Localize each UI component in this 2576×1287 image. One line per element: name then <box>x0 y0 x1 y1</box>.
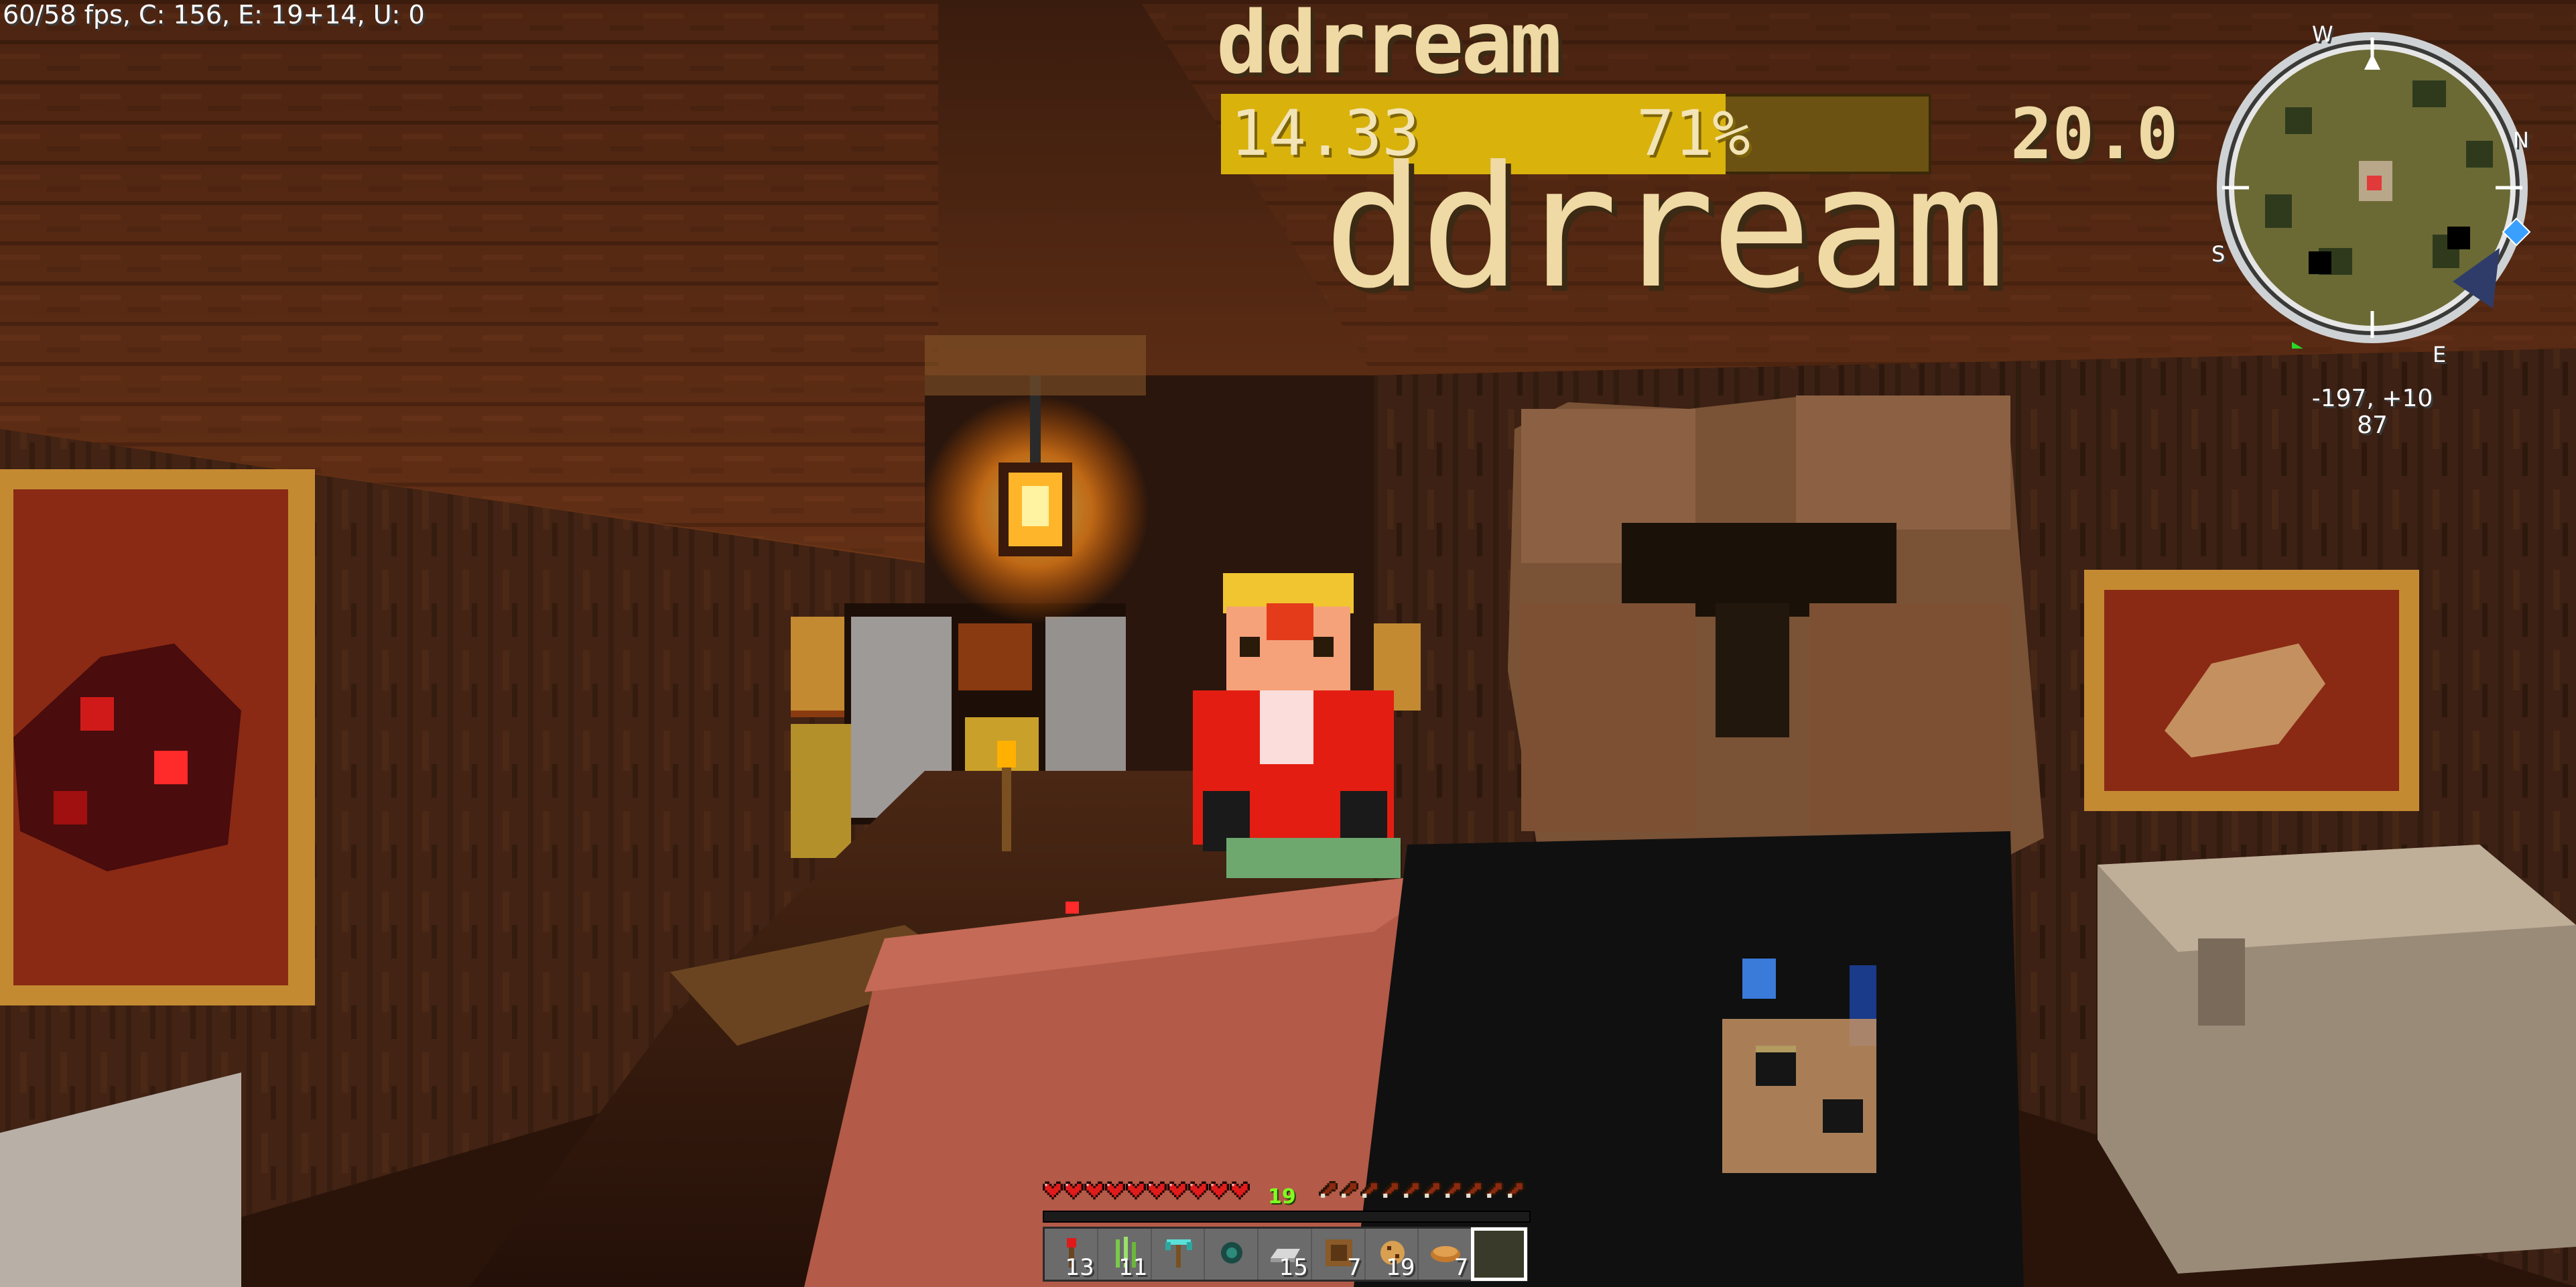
heart-icon <box>1167 1181 1187 1200</box>
hunger-drumstick-icon <box>1360 1181 1379 1198</box>
hotbar-slot-count: 7 <box>1454 1254 1469 1281</box>
heart-icon <box>1105 1181 1125 1200</box>
target-name-label: ddrream <box>1216 0 1561 93</box>
minimap-map-icon <box>2217 32 2531 362</box>
heart-icon <box>1064 1181 1084 1200</box>
hotbar-slot-count: 11 <box>1118 1254 1148 1281</box>
hotbar-slot-4[interactable] <box>1205 1229 1259 1280</box>
game-world-view <box>0 0 2576 1287</box>
heart-icon <box>1188 1181 1208 1200</box>
hotbar-slot-5[interactable]: 15 <box>1259 1229 1312 1280</box>
compass-west: W <box>2312 21 2333 47</box>
heart-icon <box>1147 1181 1167 1200</box>
hotbar-slot-count: 15 <box>1279 1254 1308 1281</box>
hunger-drumstick-icon <box>1340 1181 1358 1198</box>
armor-value: 19 <box>1268 1185 1296 1209</box>
hotbar-slot-8[interactable]: 7 <box>1419 1229 1473 1281</box>
heart-icon <box>1230 1181 1250 1200</box>
heart-icon <box>1043 1181 1063 1200</box>
hotbar-slot-count: 19 <box>1386 1254 1415 1281</box>
hotbar-slot-3[interactable] <box>1151 1229 1206 1280</box>
target-max-health: 20.0 <box>2010 93 2179 175</box>
compass-east: E <box>2433 342 2447 367</box>
health-hearts <box>1043 1181 1250 1200</box>
hunger-drumstick-icon <box>1319 1181 1338 1198</box>
hotbar-slot-7[interactable]: 19 <box>1365 1229 1419 1281</box>
empty-slot <box>1482 1235 1517 1270</box>
hotbar-slot-2[interactable]: 11 <box>1098 1229 1152 1280</box>
hotbar-slot-9[interactable] <box>1471 1227 1528 1281</box>
player-nameplate: ddrream <box>1324 130 2006 325</box>
hunger-drumstick-icon <box>1464 1181 1483 1198</box>
compass-north: N <box>2513 127 2529 153</box>
hotbar-slot-6[interactable]: 7 <box>1311 1229 1366 1281</box>
hunger-drumstick-icon <box>1485 1181 1504 1198</box>
hotbar-slot-count: 13 <box>1065 1254 1094 1281</box>
coords-xz: -197, +10 <box>2311 385 2433 412</box>
hotbar-slot-1[interactable]: 13 <box>1045 1229 1098 1280</box>
hotbar-slot-count: 7 <box>1347 1254 1362 1281</box>
heart-icon <box>1209 1181 1229 1200</box>
heart-icon <box>1084 1181 1104 1200</box>
debug-fps-readout: 60/58 fps, C: 156, E: 19+14, U: 0 <box>3 0 425 29</box>
hunger-bar <box>1318 1181 1525 1200</box>
hunger-drumstick-icon <box>1506 1181 1525 1198</box>
ender-pearl-icon <box>1221 1242 1243 1264</box>
hunger-drumstick-icon <box>1402 1181 1421 1198</box>
diamond-pickaxe-icon <box>1165 1239 1192 1268</box>
hunger-drumstick-icon <box>1381 1181 1400 1198</box>
hunger-drumstick-icon <box>1443 1181 1462 1198</box>
hotbar[interactable]: 13 11 15 7 19 7 <box>1043 1227 1528 1282</box>
compass-south: S <box>2211 241 2226 267</box>
experience-bar <box>1043 1211 1531 1223</box>
hunger-drumstick-icon <box>1423 1181 1441 1198</box>
heart-icon <box>1126 1181 1146 1200</box>
minimap[interactable]: W N S E <box>2211 21 2533 367</box>
coords-height: 87 <box>2357 412 2388 439</box>
minimap-coordinates: -197, +10 87 <box>2211 385 2533 439</box>
